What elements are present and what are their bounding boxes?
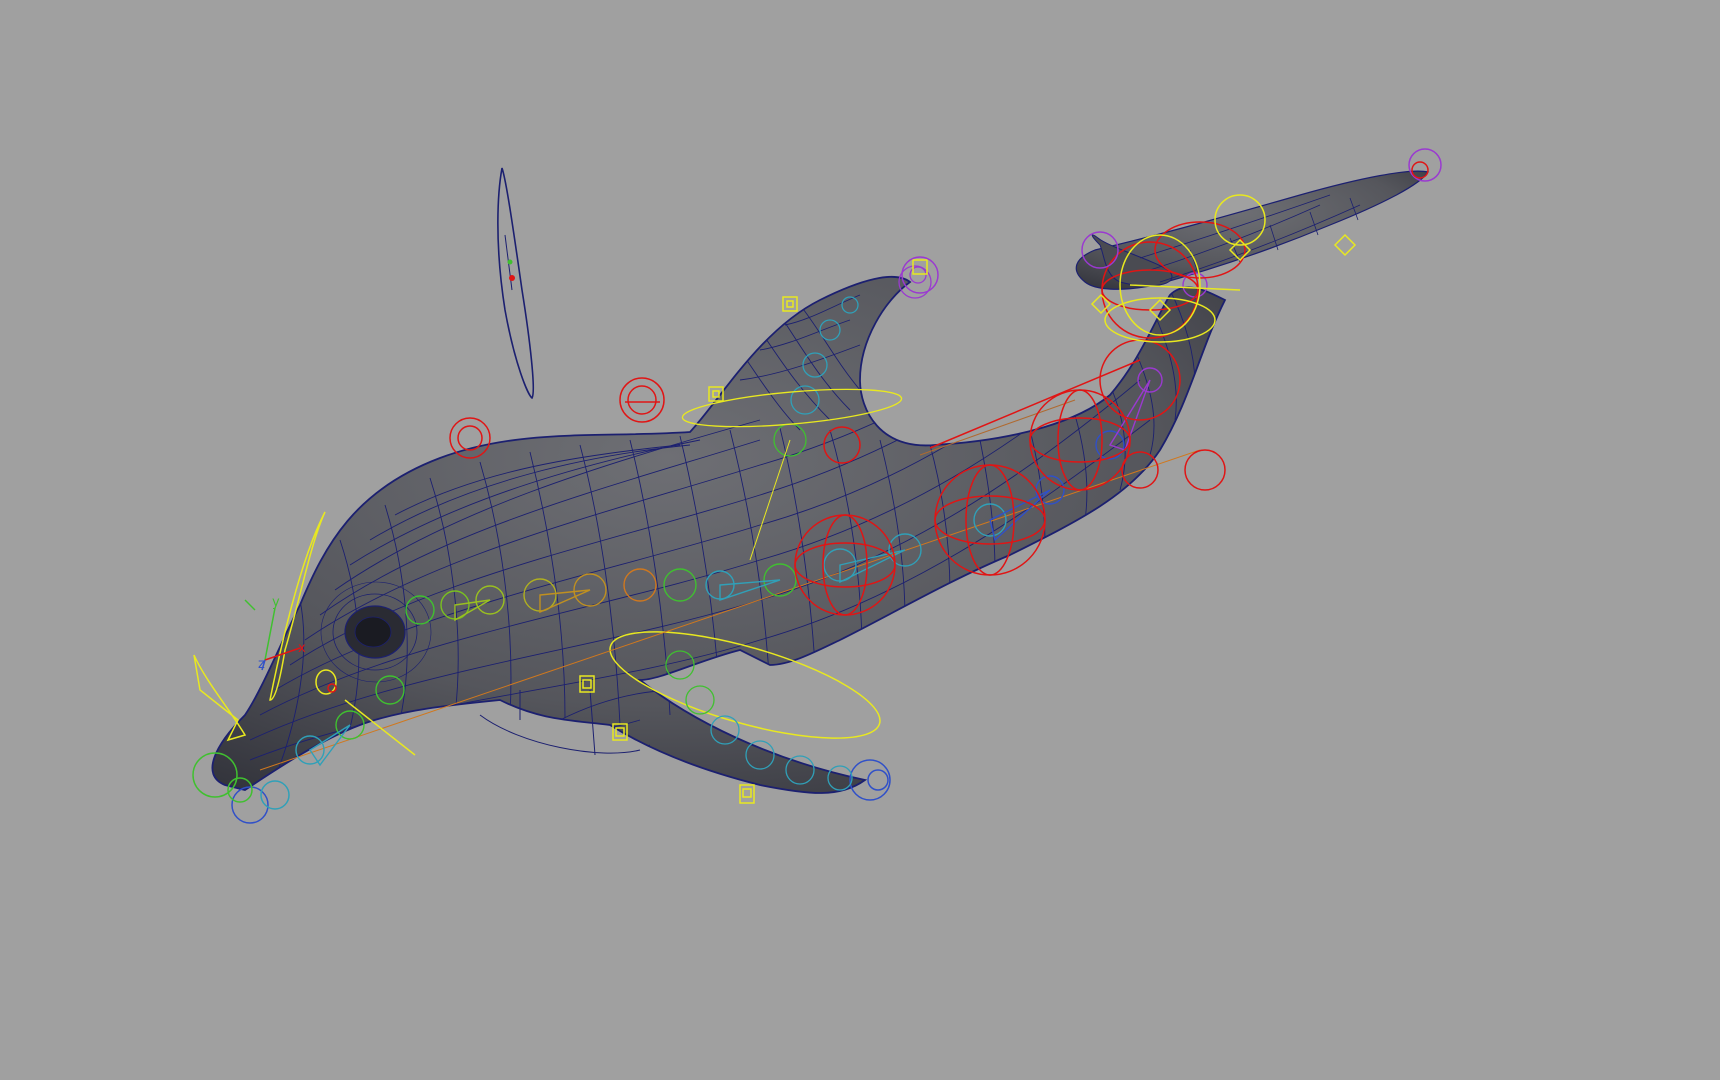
axis-label-y: y <box>272 595 280 610</box>
axis-label-z: z <box>258 657 265 672</box>
3d-viewport[interactable]: y x z <box>0 0 1720 1080</box>
head-look-control[interactable] <box>497 167 535 400</box>
axis-label-x: x <box>298 641 306 656</box>
scene-canvas[interactable]: y x z <box>0 0 1720 1080</box>
